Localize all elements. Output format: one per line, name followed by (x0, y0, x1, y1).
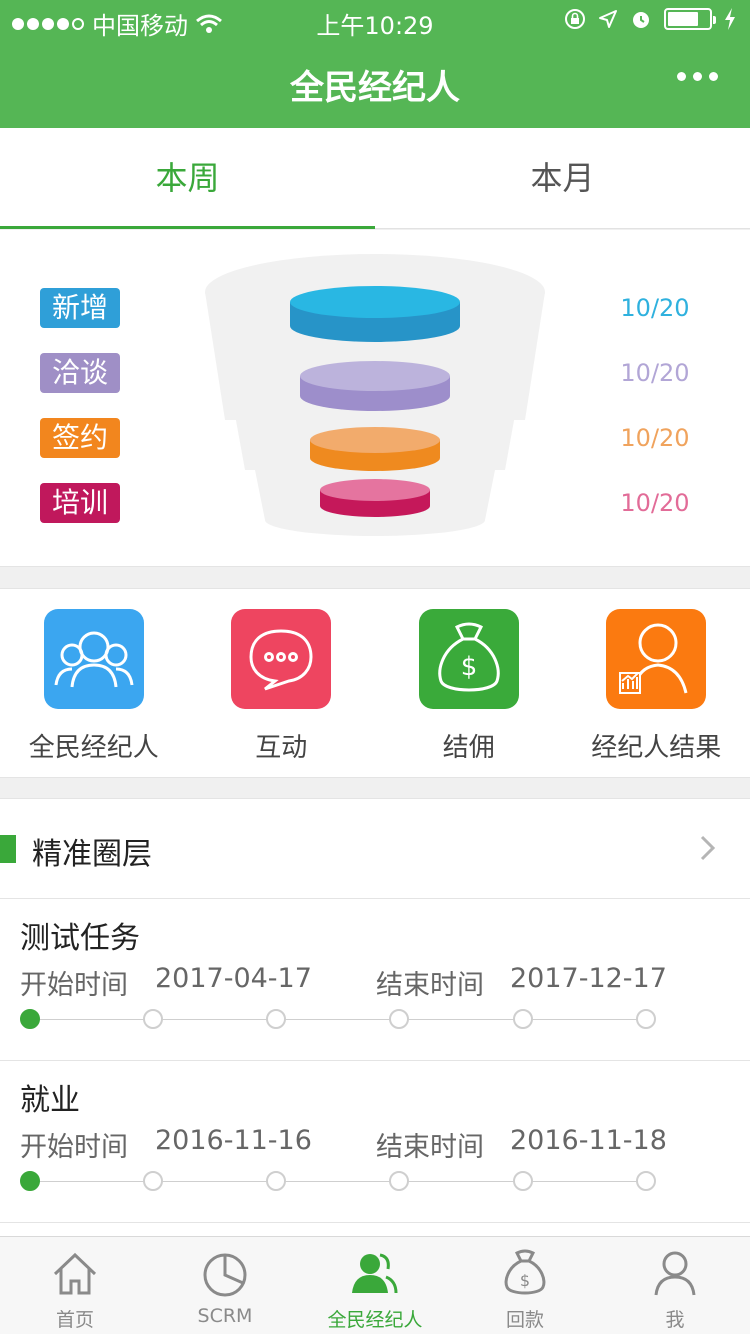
progress-node (513, 1171, 533, 1191)
task-progress-track (20, 1009, 656, 1029)
quick-label-agents: 全民经纪人 (28, 733, 159, 763)
quick-entry-interact[interactable]: 互动 (188, 589, 376, 777)
chevron-right-icon (700, 835, 716, 861)
task-title: 测试任务 (20, 921, 140, 956)
quick-entry-agents[interactable]: 全民经纪人 (0, 589, 188, 777)
charging-icon (725, 8, 735, 30)
progress-node (266, 1171, 286, 1191)
app-header: 中国移动 上午10:29 全民经纪人 (0, 0, 750, 128)
tabbar-agents[interactable]: 全民经纪人 (300, 1237, 450, 1334)
pie-chart-icon (203, 1253, 247, 1297)
quick-label-commission: 结佣 (442, 733, 495, 763)
quick-entries: 全民经纪人 互动 $ 结佣 经纪人结果 (0, 588, 750, 778)
progress-node (636, 1171, 656, 1191)
svg-text:$: $ (460, 652, 477, 682)
task-end-date: 2017-12-17 (510, 963, 667, 994)
task-progress-track (20, 1171, 656, 1191)
more-menu-button[interactable] (677, 72, 718, 81)
quick-entry-agent-results[interactable]: 经纪人结果 (563, 589, 750, 777)
stage-value-negotiate: 10/20 (620, 359, 690, 387)
stage-value-train: 10/20 (620, 489, 690, 517)
tabbar-scrm[interactable]: SCRM (150, 1237, 300, 1334)
task-start-label: 开始时间 (20, 1132, 128, 1163)
task-start-label: 开始时间 (20, 970, 128, 1001)
quick-label-agent-results: 经纪人结果 (591, 733, 722, 763)
stage-value-new: 10/20 (620, 294, 690, 322)
tabbar-home[interactable]: 首页 (0, 1237, 150, 1334)
progress-node (143, 1009, 163, 1029)
page-title: 全民经纪人 (290, 68, 460, 108)
funnel-disc-negotiate (300, 361, 450, 411)
section-header[interactable]: 精准圈层 (0, 799, 750, 899)
funnel-panel: 新增 洽谈 签约 培训 10/20 10/20 10/20 10/20 (0, 230, 750, 567)
progress-node (513, 1009, 533, 1029)
progress-node (266, 1009, 286, 1029)
task-item[interactable]: 就业 开始时间 2016-11-16 结束时间 2016-11-18 (0, 1061, 750, 1223)
person-icon (654, 1251, 696, 1296)
money-bag-icon: $ (504, 1249, 546, 1295)
quick-entry-commission[interactable]: $ 结佣 (375, 589, 563, 777)
rotation-lock-icon (565, 9, 585, 29)
people-icon (352, 1253, 398, 1294)
bottom-tab-bar: 首页 SCRM 全民经纪人 $ 回款 我 (0, 1236, 750, 1334)
tabbar-payment[interactable]: $ 回款 (450, 1237, 600, 1334)
period-tabs: 本周 本月 (0, 128, 750, 229)
agent-chart-icon (606, 609, 707, 709)
progress-node-active (20, 1009, 40, 1029)
chat-bubble-icon (231, 609, 332, 709)
section-title: 精准圈层 (32, 837, 152, 872)
money-bag-icon: $ (418, 609, 519, 709)
progress-node (636, 1009, 656, 1029)
task-start-date: 2017-04-17 (155, 963, 312, 994)
tab-this-week[interactable]: 本周 (0, 128, 375, 229)
progress-node (389, 1009, 409, 1029)
funnel-disc-new (290, 286, 460, 342)
stage-label-new: 新增 (40, 288, 120, 328)
task-title: 就业 (20, 1083, 80, 1118)
tabbar-label: 我 (665, 1309, 685, 1331)
task-item[interactable]: 测试任务 开始时间 2017-04-17 结束时间 2017-12-17 (0, 899, 750, 1061)
progress-node (389, 1171, 409, 1191)
task-end-label: 结束时间 (376, 970, 484, 1001)
tabbar-label: 首页 (55, 1309, 94, 1331)
tabbar-label: SCRM (197, 1305, 253, 1327)
stage-label-sign: 签约 (40, 418, 120, 458)
task-end-date: 2016-11-18 (510, 1125, 667, 1156)
stage-label-train: 培训 (40, 483, 120, 523)
alarm-icon (633, 12, 649, 28)
stage-value-sign: 10/20 (620, 424, 690, 452)
tabbar-label: 全民经纪人 (327, 1309, 423, 1331)
tabbar-label: 回款 (505, 1309, 544, 1331)
funnel-disc-train (320, 479, 430, 517)
section-accent-bar (0, 835, 16, 863)
progress-node (143, 1171, 163, 1191)
stage-label-negotiate: 洽谈 (40, 353, 120, 393)
task-start-date: 2016-11-16 (155, 1125, 312, 1156)
funnel-disc-sign (310, 427, 440, 471)
battery-icon (664, 8, 716, 30)
svg-text:$: $ (520, 1271, 530, 1290)
task-end-label: 结束时间 (376, 1132, 484, 1163)
progress-node-active (20, 1171, 40, 1191)
people-group-icon (43, 609, 144, 709)
location-icon (599, 10, 617, 28)
quick-label-interact: 互动 (255, 733, 308, 763)
status-bar: 中国移动 上午10:29 (0, 0, 750, 40)
tabbar-me[interactable]: 我 (600, 1237, 750, 1334)
home-icon (53, 1252, 97, 1295)
precise-circle-section: 精准圈层 测试任务 开始时间 2017-04-17 结束时间 2017-12-1… (0, 798, 750, 1236)
tab-this-month[interactable]: 本月 (375, 128, 750, 228)
